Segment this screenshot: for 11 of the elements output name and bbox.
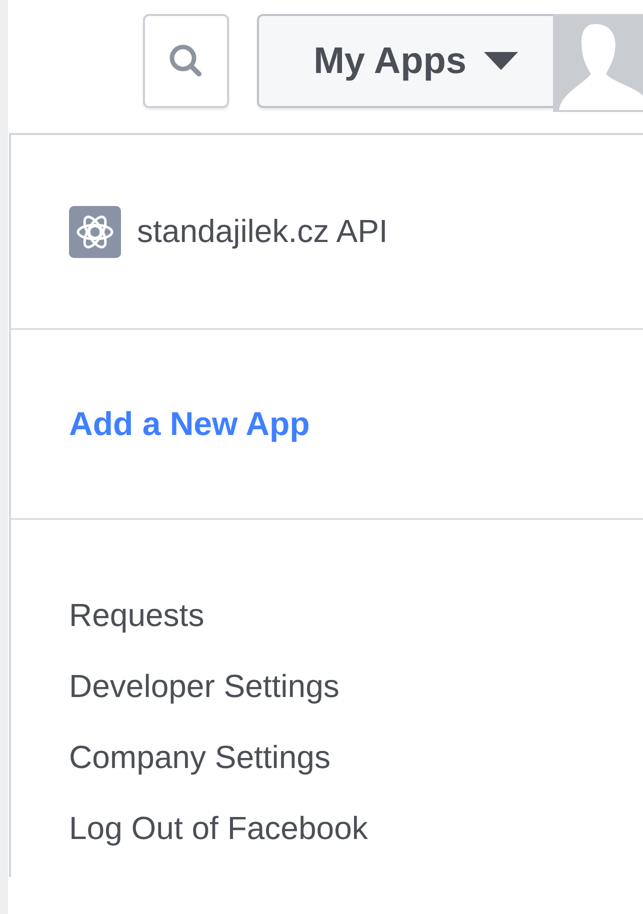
menu-item[interactable]: Requests (69, 593, 204, 664)
add-app-link[interactable]: Add a New App (69, 405, 310, 443)
app-name[interactable]: standajilek.cz API (137, 213, 388, 250)
search-button[interactable] (143, 14, 229, 108)
app-icon (69, 206, 121, 258)
avatar-icon[interactable] (553, 16, 643, 110)
caret-icon (484, 52, 518, 70)
my-apps-button[interactable]: My Apps (257, 14, 553, 108)
menu-item[interactable]: Developer Settings (69, 664, 340, 735)
menu-item[interactable]: Company Settings (69, 735, 330, 806)
menu-item[interactable]: Log Out of Facebook (69, 806, 368, 877)
